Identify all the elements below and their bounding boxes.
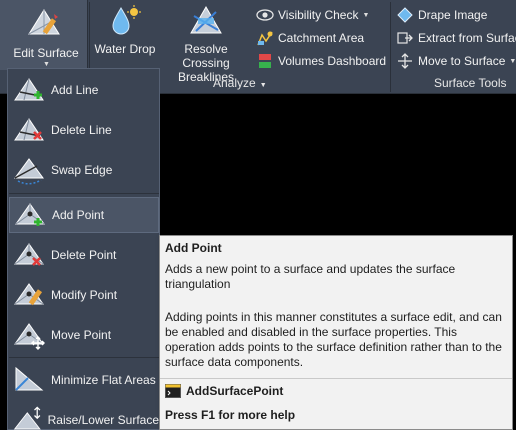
tooltip-description: Adds a new point to a surface and update… <box>165 262 456 291</box>
menu-item-add-line[interactable]: Add Line <box>9 72 159 108</box>
extract-from-surface-label: Extract from Surfac <box>418 31 516 45</box>
volumes-dashboard-icon <box>256 52 274 70</box>
menu-item-modify-point[interactable]: Modify Point <box>9 277 159 313</box>
eye-icon <box>256 6 274 24</box>
tooltip-details: Adding points in this manner constitutes… <box>165 310 502 369</box>
tooltip-divider <box>160 378 512 379</box>
drape-image-button[interactable]: Drape Image <box>396 5 487 25</box>
drape-image-label: Drape Image <box>418 8 488 22</box>
menu-item-label: Swap Edge <box>51 163 113 177</box>
tooltip-title: Add Point <box>165 241 222 255</box>
water-drop-icon <box>112 5 141 35</box>
tooltip-help: Press F1 for more help <box>165 408 296 422</box>
edit-surface-button[interactable]: Edit Surface ▼ <box>0 0 88 70</box>
ribbon-separator <box>390 2 391 92</box>
minimize-flat-areas-icon <box>15 366 44 391</box>
catchment-area-label: Catchment Area <box>278 31 365 45</box>
menu-item-swap-edge[interactable]: Swap Edge <box>9 152 159 188</box>
menu-item-label: Minimize Flat Areas <box>51 373 156 387</box>
delete-line-icon <box>14 118 44 141</box>
menu-item-label: Add Point <box>52 208 105 222</box>
volumes-dashboard-button[interactable]: Volumes Dashboard <box>256 51 386 71</box>
add-point-icon <box>15 203 45 226</box>
menu-item-minimize-flat-areas[interactable]: Minimize Flat Areas <box>9 362 159 398</box>
surface-tools-panel-label: Surface Tools <box>434 76 507 90</box>
menu-item-label: Delete Point <box>51 248 117 262</box>
chevron-down-icon: ▼ <box>509 57 516 65</box>
resolve-crossing-label-line1: Resolve Crossing <box>182 42 230 70</box>
delete-point-icon <box>14 243 44 266</box>
resolve-crossing-breaklines-button[interactable]: Resolve Crossing Breaklines <box>159 4 253 84</box>
move-to-surface-button[interactable]: Move to Surface ▼ <box>396 51 516 71</box>
move-to-surface-icon <box>396 52 414 70</box>
extract-from-surface-button[interactable]: Extract from Surfac <box>396 28 516 48</box>
modify-point-icon <box>14 283 44 306</box>
menu-item-label: Raise/Lower Surface <box>47 413 159 427</box>
menu-item-label: Add Line <box>51 83 99 97</box>
menu-item-label: Modify Point <box>51 288 118 302</box>
water-drop-label: Water Drop <box>94 42 156 56</box>
resolve-crossing-breaklines-icon <box>190 5 222 34</box>
move-point-icon <box>14 323 45 350</box>
raise-lower-surface-icon <box>13 406 41 430</box>
edit-surface-menu: Add Line Delete Line Swap Edge Add Point <box>7 68 160 430</box>
menu-item-raise-lower-surface[interactable]: Raise/Lower Surface <box>9 402 159 430</box>
menu-item-delete-point[interactable]: Delete Point <box>9 237 159 273</box>
menu-item-label: Move Point <box>51 328 112 342</box>
analyze-panel-label: Analyze <box>213 76 256 90</box>
add-line-icon <box>14 78 44 101</box>
catchment-area-button[interactable]: Catchment Area <box>256 28 364 48</box>
chevron-down-icon: ▼ <box>43 61 50 68</box>
tooltip-command: AddSurfacePoint <box>165 384 283 398</box>
menu-item-delete-line[interactable]: Delete Line <box>9 112 159 148</box>
menu-separator <box>9 357 159 358</box>
surface-tools-panel-title: Surface Tools <box>434 76 507 90</box>
tooltip: Add Point Adds a new point to a surface … <box>159 235 513 430</box>
swap-edge-icon <box>14 158 44 185</box>
volumes-dashboard-label: Volumes Dashboard <box>278 54 387 68</box>
drape-image-icon <box>396 6 414 24</box>
chevron-down-icon: ▼ <box>259 82 267 89</box>
menu-item-add-point[interactable]: Add Point <box>9 197 159 233</box>
menu-item-move-point[interactable]: Move Point <box>9 317 159 353</box>
water-drop-button[interactable]: Water Drop <box>93 4 157 56</box>
edit-surface-label: Edit Surface <box>13 46 79 60</box>
extract-from-surface-icon <box>396 29 414 47</box>
edit-surface-icon <box>28 9 60 35</box>
move-to-surface-label: Move to Surface <box>418 54 506 68</box>
tooltip-command-name: AddSurfacePoint <box>186 384 284 398</box>
analyze-panel-title[interactable]: Analyze ▼ <box>213 76 267 90</box>
visibility-check-button[interactable]: Visibility Check ▼ <box>256 5 369 25</box>
menu-item-label: Delete Line <box>51 123 112 137</box>
command-line-icon <box>165 384 181 398</box>
menu-separator <box>9 193 159 194</box>
chevron-down-icon: ▼ <box>362 11 370 19</box>
visibility-check-label: Visibility Check <box>278 8 359 22</box>
catchment-area-icon <box>256 29 274 47</box>
